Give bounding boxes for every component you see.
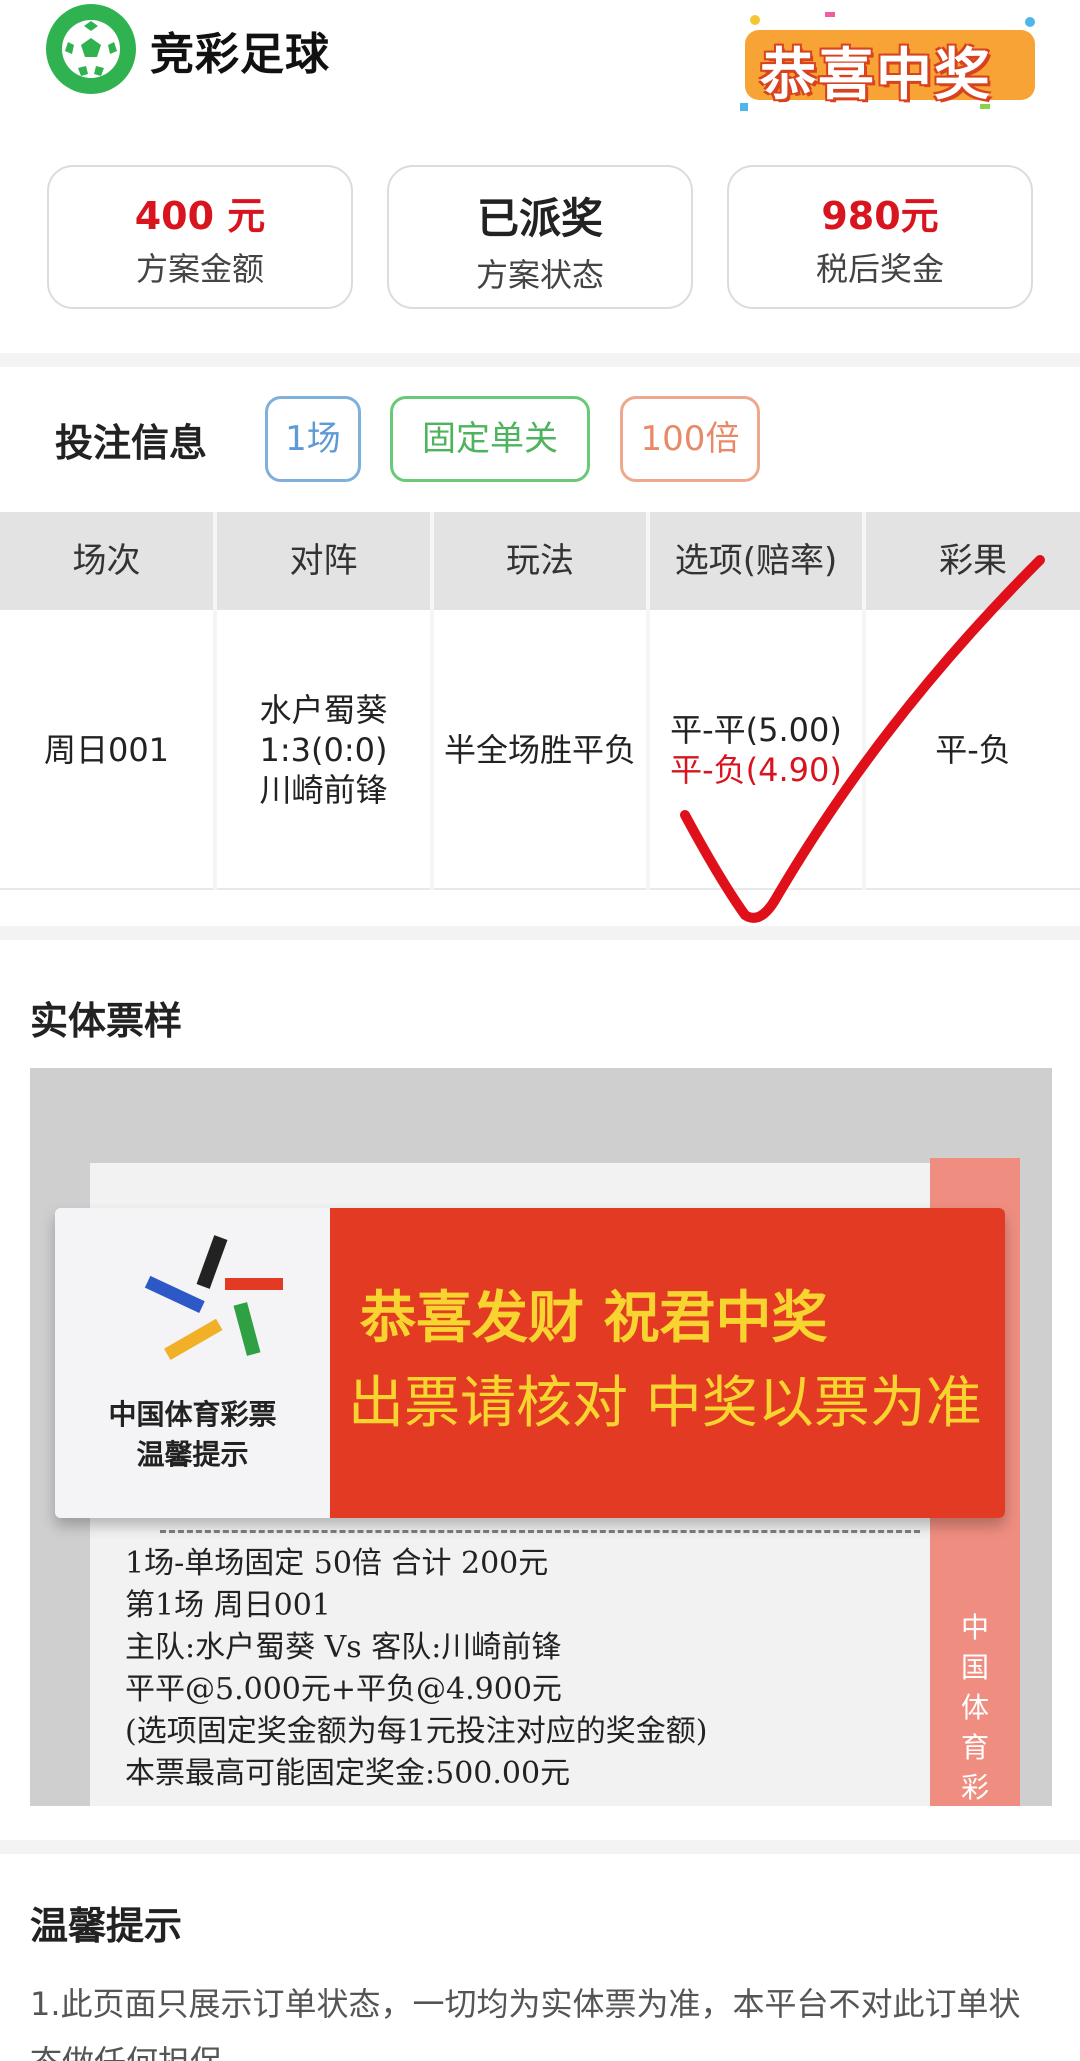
win-badge-text: 恭喜中奖: [760, 43, 992, 108]
soccer-ball-icon: [46, 4, 136, 94]
header-match-no: 场次: [72, 541, 141, 581]
ticket-line: 本票最高可能固定奖金:500.00元: [125, 1756, 571, 1791]
cell-match-no: 周日001: [43, 731, 170, 769]
ticket-dash-line: [160, 1530, 920, 1533]
multiplier-tag: 100倍: [620, 396, 760, 482]
amount-label: 方案金额: [135, 250, 264, 288]
amount-card: 400 元 方案金额: [47, 165, 353, 309]
sign-line-1: 恭喜发财 祝君中奖: [360, 1286, 828, 1351]
status-value: 已派奖: [476, 194, 603, 243]
away-team: 川崎前锋: [259, 771, 388, 809]
ticket-line: 1场-单场固定 50倍 合计 200元: [125, 1546, 549, 1581]
ticket-text: 1场-单场固定 50倍 合计 200元 第1场 周日001 主队:水户蜀葵 Vs…: [125, 1543, 708, 1795]
home-team: 水户蜀葵: [259, 691, 388, 729]
tips-title: 温馨提示: [30, 1904, 183, 1948]
prize-label: 税后奖金: [815, 250, 944, 288]
sign-logo-panel: 中国体育彩票 温馨提示: [55, 1208, 330, 1518]
sports-lottery-logo-icon: [144, 1235, 283, 1361]
status-label: 方案状态: [475, 256, 604, 294]
cell-fixture: 水户蜀葵 1:3(0:0) 川崎前锋: [217, 610, 430, 890]
header-options: 选项(赔率): [674, 541, 838, 581]
ticket-line: 第1场 周日001: [125, 1588, 331, 1623]
ticket-photo: 中国体育彩 中国体育彩票 温馨提示 恭喜发财 祝君中奖 出票请核对 中奖以票为准…: [30, 1068, 1052, 1806]
prize-value: 980元: [821, 194, 939, 238]
sign-org-tip: 温馨提示: [136, 1438, 249, 1471]
sign-org-name: 中国体育彩票: [108, 1398, 277, 1431]
sign-message-panel: 恭喜发财 祝君中奖 出票请核对 中奖以票为准: [330, 1208, 1005, 1518]
cell-options: 平-平(5.00) 平-负(4.90): [650, 610, 862, 890]
ticket-side-text: 中国体育彩: [960, 1611, 989, 1804]
app-title: 竞彩足球: [150, 29, 330, 80]
cell-play-type: 半全场胜平负: [443, 731, 636, 769]
divider: [0, 1840, 1080, 1854]
divider: [0, 353, 1080, 367]
header-result: 彩果: [939, 541, 1007, 581]
ticket-title: 实体票样: [30, 999, 183, 1043]
tips-text: 1.此页面只展示订单状态，一切均为实体票为准，本平台不对此订单状态做任何担保。: [30, 1985, 1021, 2061]
summary-cards: 400 元 方案金额 已派奖 方案状态 980元 税后奖金: [0, 160, 1080, 320]
lottery-sign: 中国体育彩票 温馨提示 恭喜发财 祝君中奖 出票请核对 中奖以票为准: [55, 1208, 1005, 1518]
ticket-line: (选项固定奖金额为每1元投注对应的奖金额): [125, 1714, 708, 1749]
prize-card: 980元 税后奖金: [727, 165, 1033, 309]
ticket-line: 平平@5.000元+平负@4.900元: [125, 1672, 562, 1707]
divider: [0, 926, 1080, 940]
ticket-line: 主队:水户蜀葵 Vs 客队:川崎前锋: [125, 1630, 562, 1665]
pass-type-tag: 固定单关: [390, 396, 590, 482]
match-score: 1:3(0:0): [259, 731, 388, 769]
status-card: 已派奖 方案状态: [387, 165, 693, 309]
sign-line-2: 出票请核对 中奖以票为准: [348, 1371, 982, 1436]
option-draw-draw: 平-平(5.00): [670, 711, 842, 749]
amount-value: 400 元: [134, 194, 266, 238]
header: 竞彩足球 恭喜中奖: [0, 0, 1080, 140]
win-badge: 恭喜中奖: [730, 8, 1050, 118]
header-fixture: 对阵: [289, 541, 358, 581]
bet-info-title: 投注信息: [55, 421, 208, 465]
header-play-type: 玩法: [506, 541, 574, 581]
match-count-tag: 1场: [265, 396, 361, 482]
option-draw-loss: 平-负(4.90): [670, 751, 842, 789]
cell-result: 平-负: [935, 731, 1011, 769]
